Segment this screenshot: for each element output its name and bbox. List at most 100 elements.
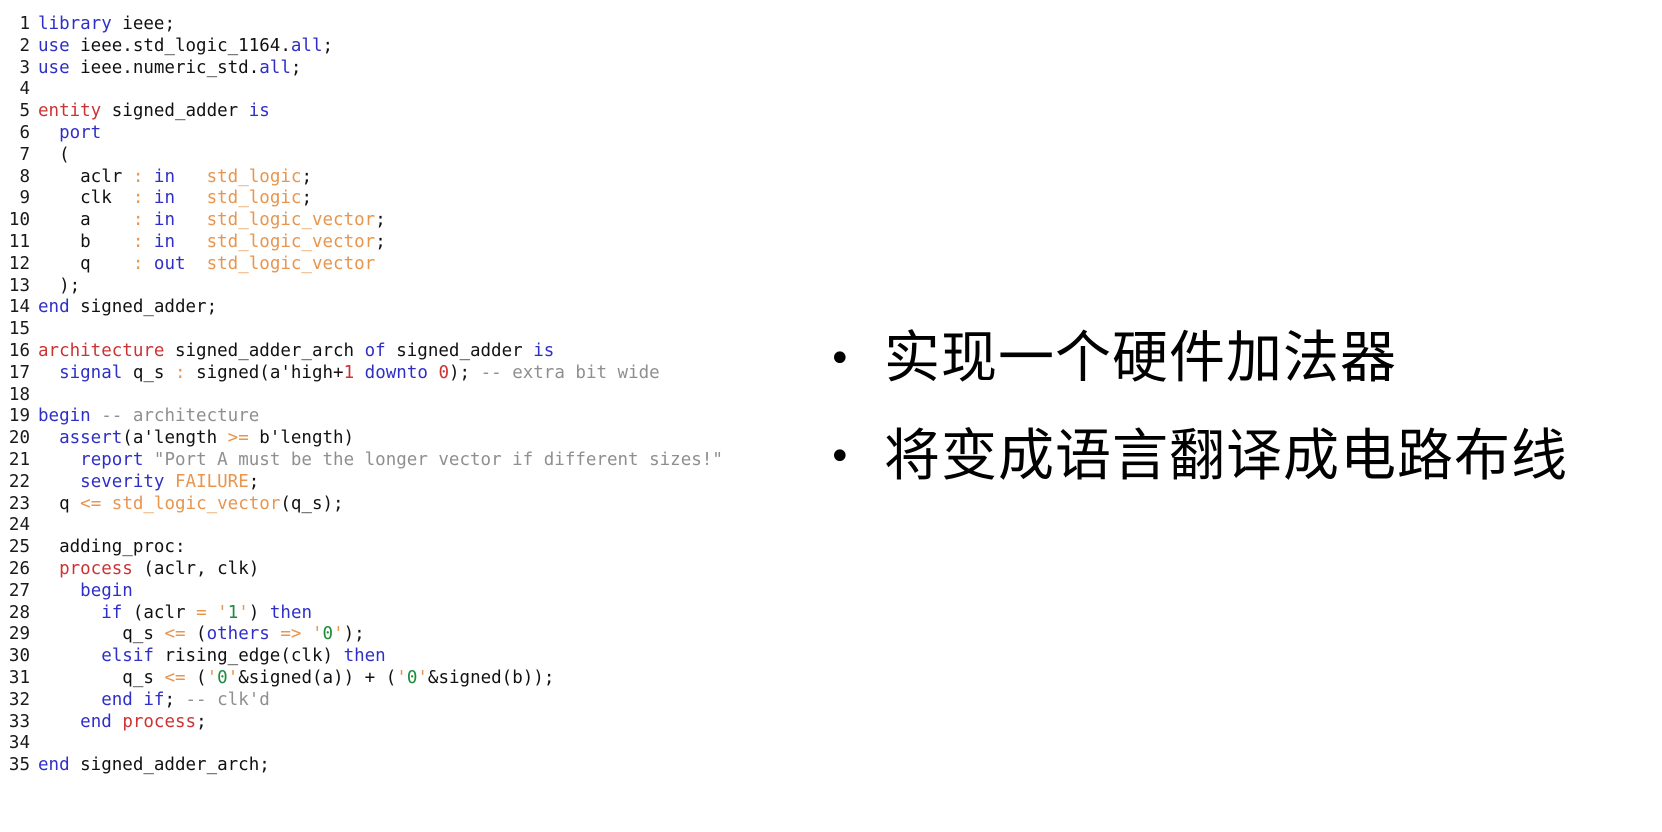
code-token: b <box>38 231 133 252</box>
bullet-text: 将变成语言翻译成电路布线 <box>884 424 1568 489</box>
line-number: 8 <box>19 166 30 187</box>
code-line-text: aclr : in std_logic; <box>38 167 312 189</box>
code-line: 11 b : in std_logic_vector; <box>0 232 800 254</box>
code-token: if <box>101 602 123 623</box>
code-token: ( <box>185 667 207 688</box>
line-number: 7 <box>19 144 30 165</box>
code-line: 27 begin <box>0 581 800 603</box>
code-token: ' <box>333 624 344 645</box>
code-line: 9 clk : in std_logic; <box>0 188 800 210</box>
code-line: 30 elsif rising_edge(clk) then <box>0 646 800 668</box>
code-token: ' <box>238 602 249 623</box>
code-line: 17 signal q_s : signed(a'high+1 downto 0… <box>0 363 800 385</box>
code-token: port <box>59 122 102 143</box>
code-token: <= <box>164 667 186 688</box>
code-line: 35 end signed_adder_arch; <box>0 755 800 777</box>
code-line: 2 use ieee.std_logic_1164.all; <box>0 36 800 58</box>
code-token: end <box>38 297 70 318</box>
line-number: 19 <box>8 406 30 427</box>
code-token: 0 <box>217 667 228 688</box>
code-token: begin <box>38 406 91 427</box>
code-line-text: elsif rising_edge(clk) then <box>38 646 386 668</box>
code-token: std_logic_vector <box>206 231 376 252</box>
code-line-text: severity FAILURE; <box>38 472 259 494</box>
code-token: use <box>38 35 70 56</box>
slide-canvas: 1 library ieee; 2 use ieee.std_logic_1164.a… <box>0 0 1662 832</box>
line-number: 20 <box>8 428 30 449</box>
code-token: signed_adder; <box>69 297 218 318</box>
code-token: ' <box>311 624 323 645</box>
code-token: library <box>38 14 112 34</box>
code-token: ; <box>375 210 386 231</box>
code-line: 24 <box>0 515 800 537</box>
code-token: ieee.numeric_std. <box>69 57 260 78</box>
code-line: 1 library ieee; <box>0 14 800 36</box>
code-token: begin <box>80 580 133 601</box>
line-number: 14 <box>8 297 30 318</box>
code-token: &signed(b)); <box>427 667 555 688</box>
code-token: clk <box>38 188 133 209</box>
code-line: 5 entity signed_adder is <box>0 101 800 123</box>
line-number: 17 <box>8 362 30 383</box>
code-token: FAILURE <box>175 471 249 492</box>
code-line: 20 assert(a'length >= b'length) <box>0 428 800 450</box>
code-line-text: q <= std_logic_vector(q_s); <box>38 494 344 516</box>
code-token: report <box>80 449 144 470</box>
line-number: 1 <box>19 14 30 34</box>
code-token: ( <box>185 624 207 645</box>
line-number: 6 <box>19 122 30 143</box>
line-number: 4 <box>19 79 30 100</box>
code-token: then <box>269 602 313 623</box>
line-number: 2 <box>19 35 30 56</box>
code-line-text: report "Port A must be the longer vector… <box>38 450 723 472</box>
code-token: q_s <box>38 624 165 645</box>
line-number: 13 <box>8 275 30 296</box>
line-number: 29 <box>8 624 30 645</box>
line-number: 15 <box>8 319 30 340</box>
code-token: 1 <box>227 602 239 623</box>
code-line-text: architecture signed_adder_arch of signed… <box>38 341 554 363</box>
code-token: std_logic <box>206 166 302 187</box>
code-token: all <box>259 57 291 78</box>
code-line-text: ); <box>38 276 80 298</box>
code-token: architecture <box>38 340 165 361</box>
line-number: 18 <box>8 384 30 405</box>
code-token: end if <box>101 689 165 710</box>
line-number: 5 <box>19 101 30 122</box>
code-token: : <box>132 188 144 209</box>
code-line-text: process (aclr, clk) <box>38 559 259 581</box>
code-token: others <box>206 624 270 645</box>
line-number: 11 <box>8 231 30 252</box>
code-token: (a'length <box>122 428 228 449</box>
code-line-text: q_s <= (others => '0'); <box>38 624 364 646</box>
line-number: 12 <box>8 253 30 274</box>
bullet-dot-icon: • <box>828 336 852 382</box>
code-line: 8 aclr : in std_logic; <box>0 167 800 189</box>
line-number: 35 <box>8 755 30 776</box>
code-token: signed_adder <box>385 340 534 361</box>
code-line-text: if (aclr = '1') then <box>38 603 312 625</box>
code-line: 6 port <box>0 123 800 145</box>
code-token: ); <box>38 275 81 296</box>
code-token: severity <box>80 471 165 492</box>
code-token: ; <box>290 57 302 78</box>
line-number: 16 <box>8 340 30 361</box>
code-line-text: end if; -- clk'd <box>38 690 270 712</box>
code-line-text: q_s <= ('0'&signed(a)) + ('0'&signed(b))… <box>38 668 554 690</box>
code-token: ( <box>38 144 70 165</box>
code-token: process <box>59 558 133 579</box>
code-line-text: end process; <box>38 712 206 734</box>
